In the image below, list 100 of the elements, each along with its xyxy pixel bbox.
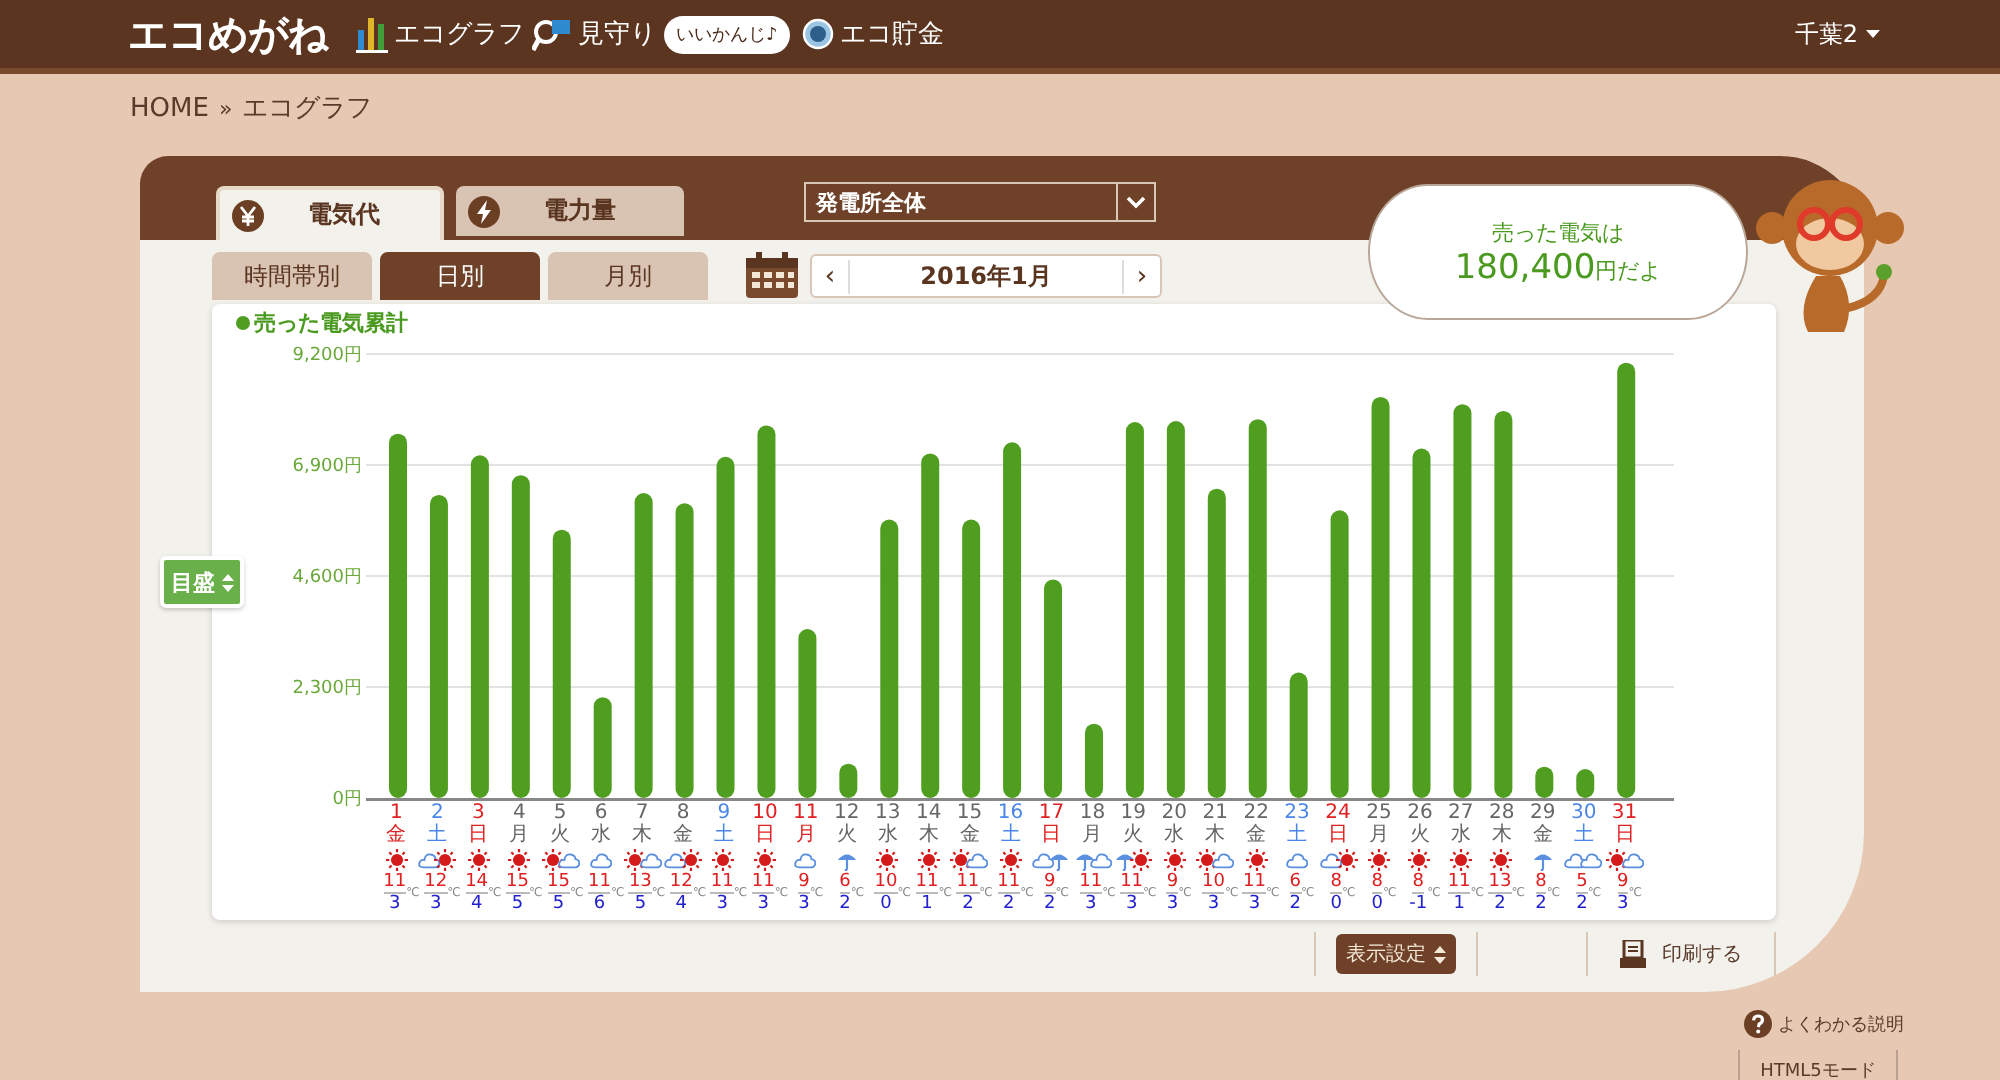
weekday-label: 火 xyxy=(836,824,857,846)
tab[interactable]: 月別 xyxy=(548,252,708,300)
nav-link[interactable]: エコグラフ xyxy=(356,14,524,54)
low-temperature: 3 xyxy=(757,894,769,914)
calendar-icon[interactable] xyxy=(744,252,800,300)
day-number: 29 xyxy=(1529,802,1556,824)
tab[interactable]: 電力量 xyxy=(456,186,684,236)
sun-icon xyxy=(385,847,408,871)
sold-amount: 180,400 xyxy=(1454,247,1596,287)
low-temperature: 5 xyxy=(634,894,647,914)
weekday-label: 木 xyxy=(1491,824,1512,846)
day-number: 3 xyxy=(471,802,485,824)
day-number: 18 xyxy=(1079,802,1106,824)
high-temperature: 11 xyxy=(587,872,611,894)
day-number: 22 xyxy=(1243,802,1269,824)
sun-icon xyxy=(434,847,457,871)
magnifier-icon xyxy=(532,16,572,52)
low-temperature: 3 xyxy=(429,894,442,914)
low-temperature: 0 xyxy=(880,894,892,914)
cloud-icon xyxy=(1032,847,1055,871)
sun-icon xyxy=(680,847,703,871)
low-temperature: 3 xyxy=(716,894,728,914)
tab[interactable]: 日別 xyxy=(380,252,540,300)
cloud-icon xyxy=(1286,847,1309,871)
weekday-label: 水 xyxy=(1164,824,1185,846)
weekday-label: 日 xyxy=(468,824,489,846)
high-temperature: 11 xyxy=(383,872,407,894)
display-settings-button[interactable]: 表示設定 xyxy=(1336,934,1456,974)
high-temperature: 11 xyxy=(915,872,939,894)
low-temperature: 2 xyxy=(1576,894,1588,914)
sun-icon xyxy=(623,847,646,871)
high-temperature: 11 xyxy=(1079,872,1103,894)
high-temperature: 11 xyxy=(997,872,1021,894)
day-number: 31 xyxy=(1611,802,1638,824)
sun-icon xyxy=(950,847,973,871)
weekday-label: 金 xyxy=(673,824,694,846)
weekday-label: 木 xyxy=(918,824,939,846)
day-number: 1 xyxy=(390,802,403,824)
amount-unit: 円だよ xyxy=(1595,255,1662,285)
help-link[interactable]: よくわかる説明 xyxy=(1778,1011,1904,1037)
coin-icon xyxy=(801,18,834,50)
bar xyxy=(839,763,858,798)
logo[interactable]: エコめがね xyxy=(128,7,328,61)
nav-link[interactable]: エコ貯金 xyxy=(801,16,944,52)
plant-select[interactable]: 発電所全体 xyxy=(804,182,1156,222)
low-temperature: 1 xyxy=(1453,894,1465,914)
bar xyxy=(1535,766,1554,798)
low-temperature: 2 xyxy=(1494,894,1506,914)
day-number: 2 xyxy=(431,802,444,824)
day-number: 10 xyxy=(752,802,778,824)
cloud-icon xyxy=(794,847,817,871)
low-temperature: 3 xyxy=(1617,894,1629,914)
date-label: 2016年1月 xyxy=(848,259,1124,293)
low-temperature: 2 xyxy=(1289,894,1302,914)
weekday-label: 火 xyxy=(1123,824,1144,846)
nav-link[interactable]: 見守り xyxy=(532,16,656,52)
day-number: 9 xyxy=(717,802,731,824)
sun-icon xyxy=(1163,847,1186,871)
tab[interactable]: 時間帯別 xyxy=(212,252,372,300)
weekday-label: 土 xyxy=(1573,824,1594,846)
sun-icon xyxy=(1196,847,1219,871)
weekday-label: 月 xyxy=(1368,824,1389,846)
low-temperature: 2 xyxy=(1535,894,1547,914)
sun-icon xyxy=(999,847,1022,871)
weekday-label: 火 xyxy=(1409,824,1430,846)
html5-mode-button[interactable]: HTML5モード xyxy=(1738,1050,1898,1080)
legend-label: 売った電気累計 xyxy=(254,307,408,337)
weekday-label: 日 xyxy=(1041,824,1062,846)
cloud-icon xyxy=(639,847,662,871)
low-temperature: 3 xyxy=(1166,894,1179,914)
weekday-label: 日 xyxy=(1328,824,1349,846)
sun-icon xyxy=(1408,847,1431,871)
weekday-label: 金 xyxy=(386,824,407,846)
legend-dot xyxy=(236,315,250,329)
high-temperature: 12 xyxy=(424,872,448,894)
low-temperature: 2 xyxy=(1043,894,1056,914)
low-temperature: 5 xyxy=(511,894,524,914)
print-button[interactable]: 印刷する xyxy=(1608,940,1754,968)
day-number: 23 xyxy=(1284,802,1310,824)
day-number: 27 xyxy=(1448,802,1474,824)
cloud-icon xyxy=(1319,847,1342,871)
axis-label: 0円 xyxy=(332,790,362,810)
high-temperature: 10 xyxy=(1202,872,1225,894)
high-temperature: 15 xyxy=(506,872,529,894)
user-menu[interactable]: 千葉2 xyxy=(1794,17,1880,51)
high-temperature: 9 xyxy=(1043,872,1056,894)
balloon-text: 売った電気は xyxy=(1492,217,1624,247)
weekday-label: 金 xyxy=(1246,824,1267,846)
day-number: 5 xyxy=(553,802,567,824)
yen-icon xyxy=(232,199,264,231)
sort-icon xyxy=(221,573,233,591)
high-temperature: 9 xyxy=(1166,872,1179,894)
previous-button[interactable]: ‹ xyxy=(812,261,848,291)
day-number: 13 xyxy=(874,802,901,824)
tab[interactable]: 電気代 xyxy=(216,186,444,240)
next-button[interactable]: › xyxy=(1124,261,1160,291)
status-badge: いいかんじ♪ xyxy=(664,15,790,53)
high-temperature: 9 xyxy=(798,872,810,894)
bar xyxy=(1289,672,1308,798)
breadcrumb-link[interactable]: HOME xyxy=(130,93,209,123)
